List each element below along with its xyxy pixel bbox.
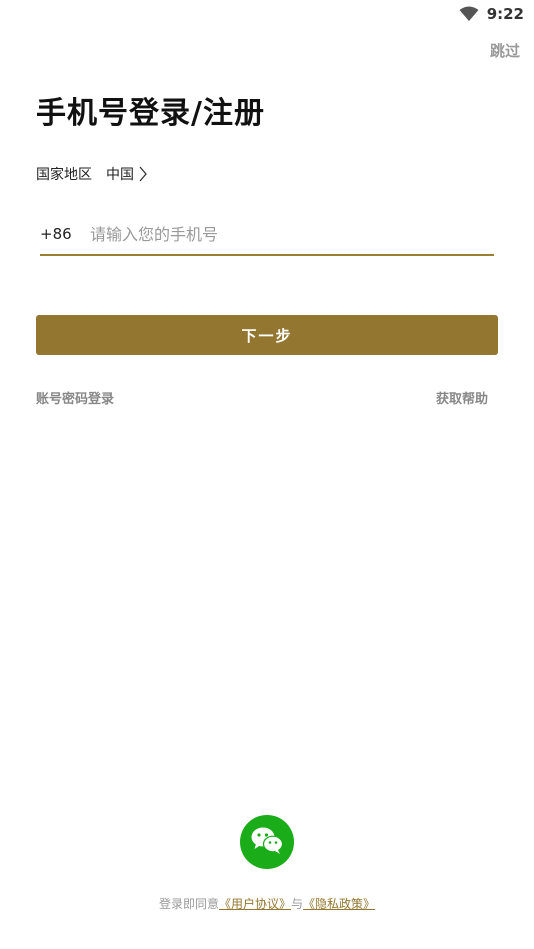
login-screen: 9:22 跳过 手机号登录/注册 国家地区 中国 +86 下一步 账号密码登录 … xyxy=(0,0,534,949)
chevron-right-icon xyxy=(138,166,148,182)
region-row: 国家地区 中国 xyxy=(36,164,148,184)
region-value: 中国 xyxy=(106,167,134,183)
password-login-link[interactable]: 账号密码登录 xyxy=(36,388,114,407)
wifi-icon xyxy=(459,6,479,22)
get-help-link[interactable]: 获取帮助 xyxy=(436,388,488,407)
wechat-icon xyxy=(250,825,284,859)
agreement-prefix: 登录即同意 xyxy=(158,897,219,911)
region-label: 国家地区 xyxy=(36,167,92,183)
region-selector[interactable]: 中国 xyxy=(106,164,148,184)
status-bar: 9:22 xyxy=(459,0,524,28)
user-agreement-link[interactable]: 《用户协议》 xyxy=(219,897,291,911)
status-time: 9:22 xyxy=(486,5,524,23)
wechat-login-button[interactable] xyxy=(240,815,294,869)
privacy-policy-link[interactable]: 《隐私政策》 xyxy=(303,897,375,911)
country-code[interactable]: +86 xyxy=(40,225,90,243)
skip-button[interactable]: 跳过 xyxy=(490,40,520,61)
phone-input[interactable] xyxy=(90,224,494,244)
agreement-connector: 与 xyxy=(291,897,304,911)
phone-input-row: +86 xyxy=(40,214,494,256)
next-step-button[interactable]: 下一步 xyxy=(36,315,498,355)
page-title: 手机号登录/注册 xyxy=(36,96,265,131)
agreement-text: 登录即同意《用户协议》与《隐私政策》 xyxy=(0,895,534,912)
